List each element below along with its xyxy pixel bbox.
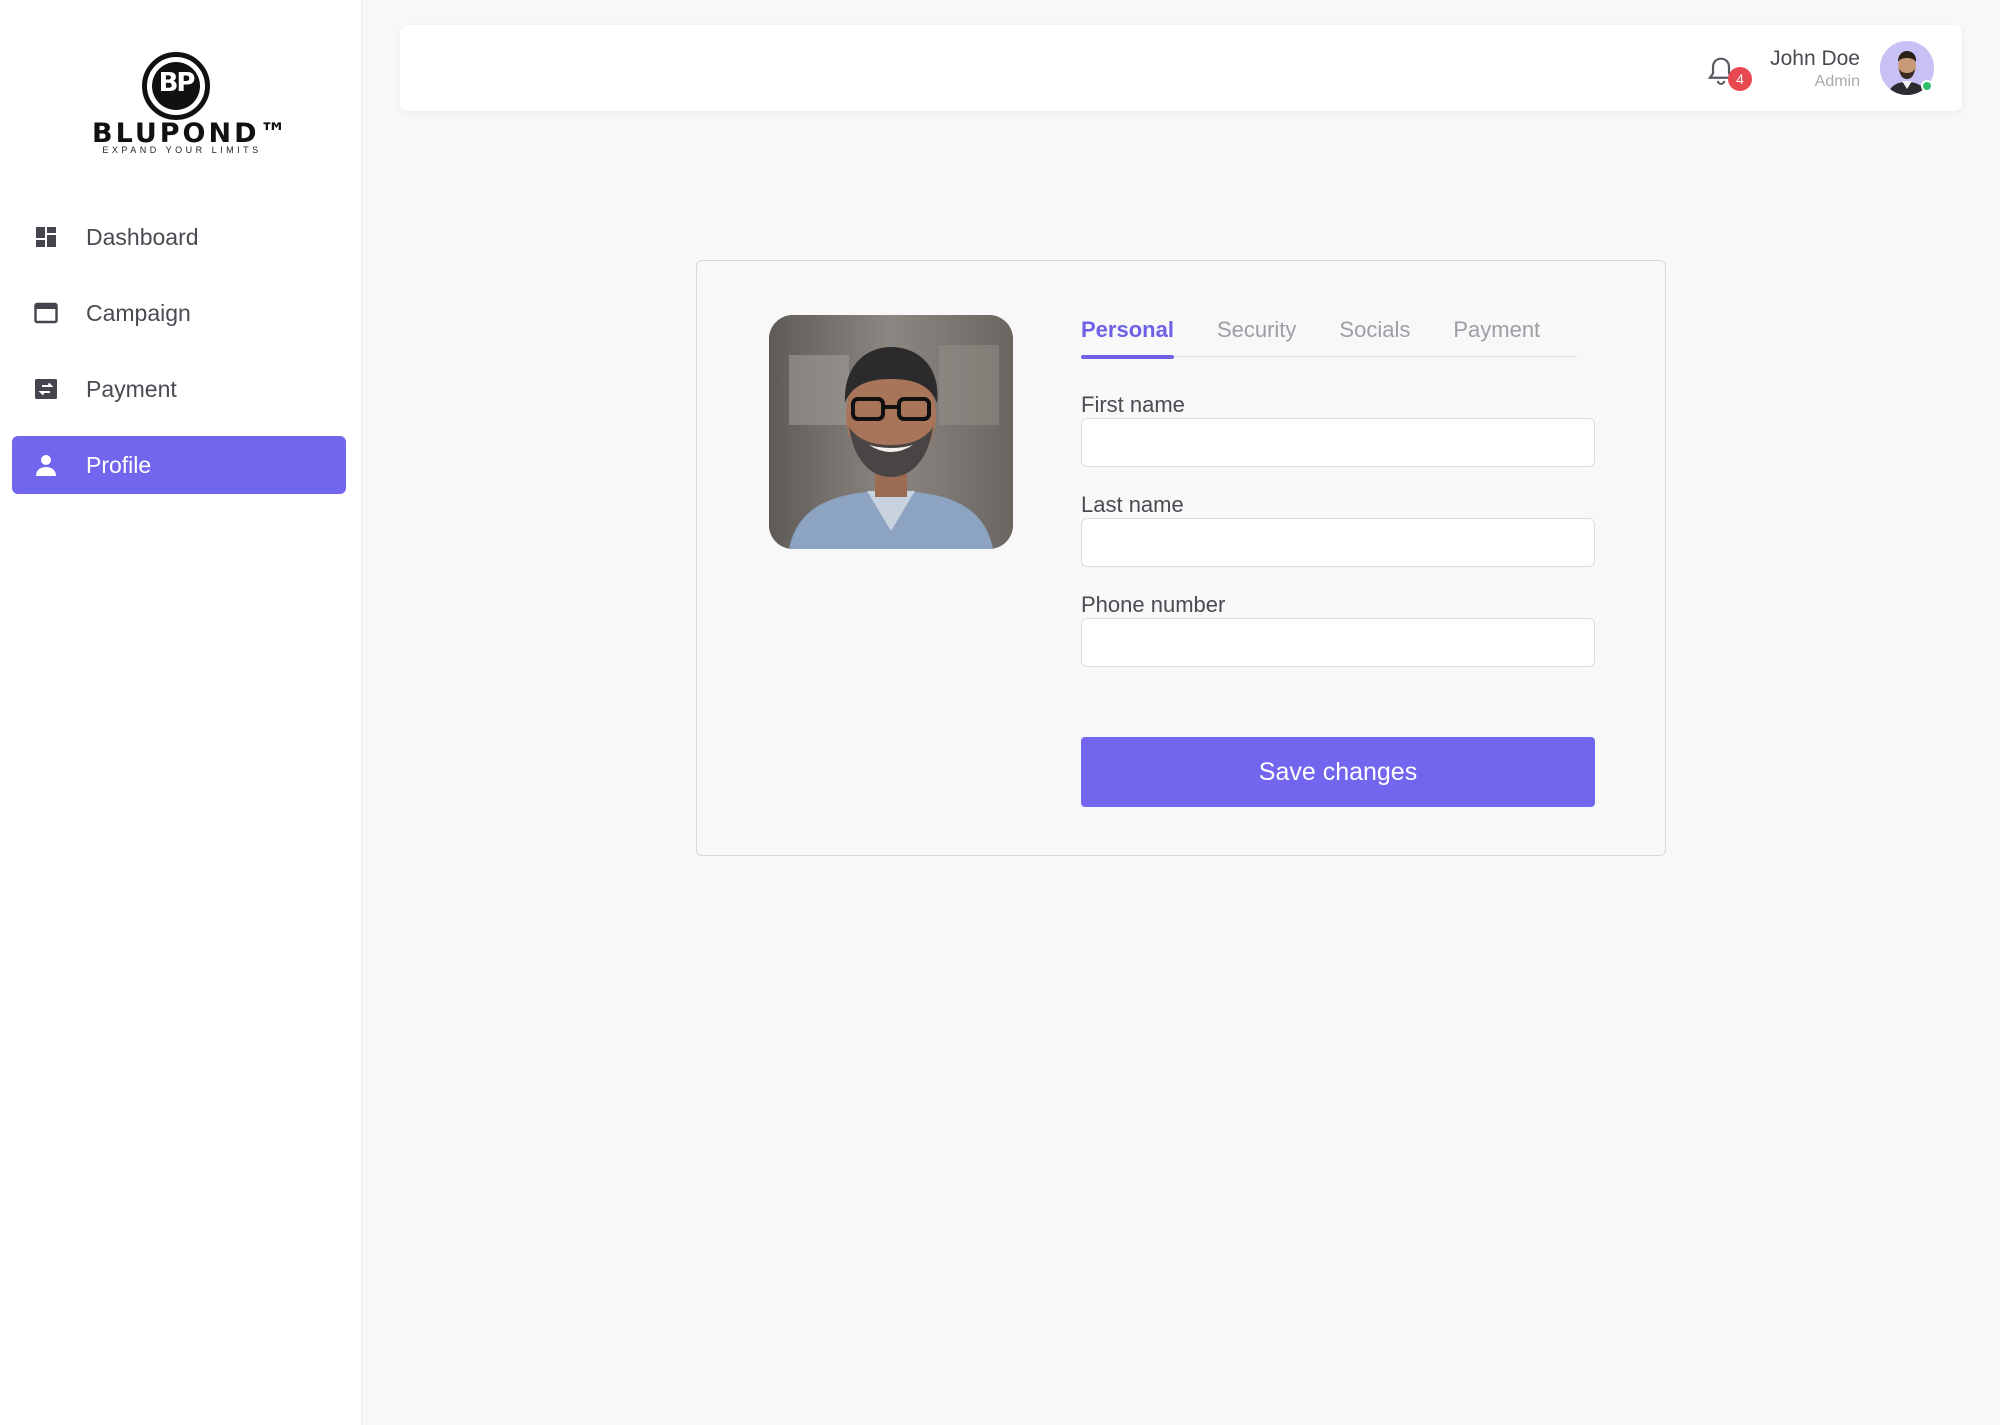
sidebar-item-campaign[interactable]: Campaign <box>12 284 346 342</box>
phone-number-label: Phone number <box>1081 592 1226 617</box>
sidebar-item-label: Payment <box>86 375 177 402</box>
profile-photo[interactable] <box>769 315 1013 549</box>
profile-tabs: Personal Security Socials Payment <box>1081 315 1577 359</box>
sidebar-item-label: Campaign <box>86 299 191 326</box>
logo-tagline: EXPAND YOUR LIMITS <box>102 145 262 155</box>
online-status-indicator <box>1921 80 1933 92</box>
last-name-input[interactable] <box>1081 518 1595 567</box>
sidebar-item-label: Profile <box>86 451 152 478</box>
save-changes-button[interactable]: Save changes <box>1081 737 1595 807</box>
tab-payment[interactable]: Payment <box>1453 315 1540 357</box>
notifications-button[interactable]: 4 <box>1706 49 1752 91</box>
first-name-label: First name <box>1081 392 1185 417</box>
notification-count-badge: 4 <box>1728 67 1752 91</box>
logo-mark: BP <box>158 68 196 98</box>
transfer-icon <box>34 377 58 401</box>
sidebar: BP BLUPOND™ EXPAND YOUR LIMITS Dashboard… <box>0 0 362 1425</box>
sidebar-nav: Dashboard Campaign Payment Profile <box>12 208 346 512</box>
user-role: Admin <box>1814 73 1860 90</box>
sidebar-item-profile[interactable]: Profile <box>12 436 346 494</box>
person-icon <box>34 453 58 477</box>
profile-photo-image <box>769 315 1013 549</box>
browser-window-icon <box>34 301 58 325</box>
sidebar-item-dashboard[interactable]: Dashboard <box>12 208 346 266</box>
logo-wordmark: BLUPOND™ <box>92 118 290 149</box>
tab-security[interactable]: Security <box>1217 315 1296 357</box>
personal-info-form: First name Last name Phone number <box>1081 391 1595 691</box>
sidebar-item-label: Dashboard <box>86 223 199 250</box>
dashboard-icon <box>34 225 58 249</box>
last-name-label: Last name <box>1081 492 1184 517</box>
profile-card: Personal Security Socials Payment First … <box>696 260 1666 856</box>
tab-personal[interactable]: Personal <box>1081 315 1174 359</box>
brand-logo[interactable]: BP BLUPOND™ EXPAND YOUR LIMITS <box>92 48 290 158</box>
tab-socials[interactable]: Socials <box>1339 315 1410 357</box>
user-name: John Doe <box>1770 47 1860 70</box>
top-header: 4 John Doe Admin <box>400 25 1962 111</box>
sidebar-item-payment[interactable]: Payment <box>12 360 346 418</box>
phone-number-input[interactable] <box>1081 618 1595 667</box>
app-root: BP BLUPOND™ EXPAND YOUR LIMITS Dashboard… <box>0 0 2000 1425</box>
first-name-input[interactable] <box>1081 418 1595 467</box>
